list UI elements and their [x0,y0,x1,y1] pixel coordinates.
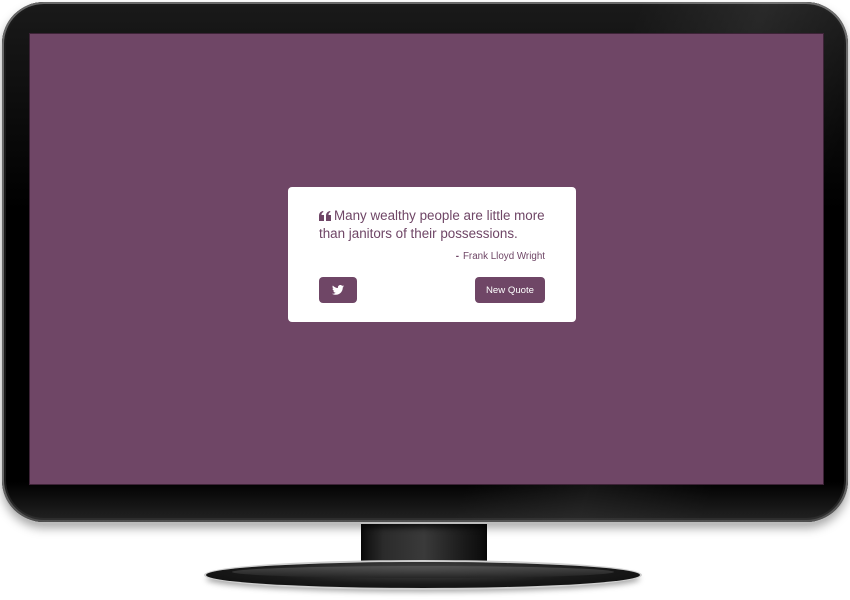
bezel-sheen [2,482,848,522]
card-actions: New Quote [319,277,545,303]
tweet-quote-button[interactable] [319,277,357,303]
quote-block: Many wealthy people are little more than… [319,207,545,243]
author-row: - Frank Lloyd Wright [319,251,545,267]
screen: Many wealthy people are little more than… [29,33,824,485]
new-quote-button[interactable]: New Quote [475,277,545,303]
monitor-bezel: Many wealthy people are little more than… [2,2,848,522]
author-dash: - [455,251,459,262]
quote-card: Many wealthy people are little more than… [288,187,576,322]
monitor-stand-base-top [232,566,614,578]
twitter-icon [332,285,344,295]
quote-left-icon [319,211,331,221]
quote-author: Frank Lloyd Wright [462,251,545,262]
monitor-frame: Many wealthy people are little more than… [0,0,850,600]
quote-text: Many wealthy people are little more than… [319,208,545,241]
